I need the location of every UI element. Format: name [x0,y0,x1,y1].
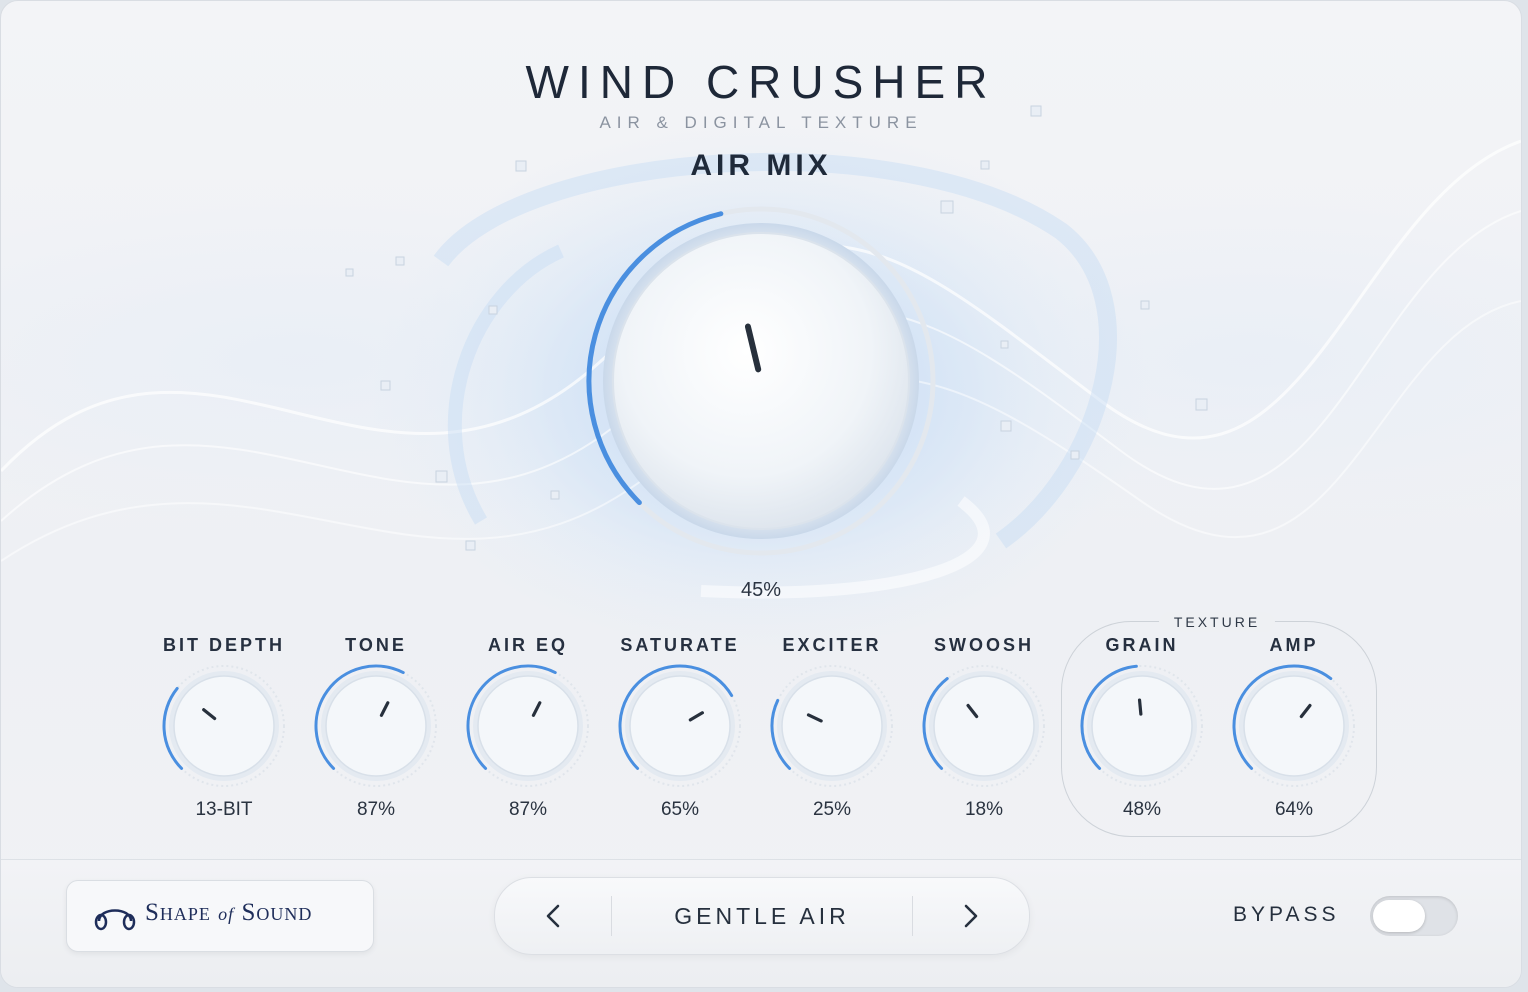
air-mix-value: 45% [740,579,782,601]
knob-face [933,675,1035,777]
brand-logo: Shape of Sound [66,880,374,952]
air-mix-label: AIR MIX [690,149,832,182]
swoosh-knob[interactable] [919,661,1049,791]
plugin-subtitle: AIR & DIGITAL TEXTURE [599,113,923,132]
knob-tone: TONE 87% [311,635,441,821]
knob-value: 87% [356,799,396,820]
preset-prev-button[interactable] [495,896,612,936]
knob-face [1091,675,1193,777]
plugin-window: WIND CRUSHER AIR & DIGITAL TEXTURE AIR M… [0,0,1522,988]
brand-name-shape: Shape [145,899,211,926]
texture-group-label: TEXTURE [1159,612,1275,632]
headphones-icon [94,909,136,931]
knob-value: 65% [660,799,700,820]
brand-name-of: of [218,904,235,924]
knob-bit-depth: BIT DEPTH 13-BIT [159,635,289,821]
knob-pointer [1137,698,1143,716]
knob-value: 64% [1274,799,1314,820]
knob-saturate: SATURATE 65% [615,635,745,821]
knob-face [173,675,275,777]
brand-name-sound: Sound [241,899,313,926]
preset-selector: GENTLE AIR [494,877,1030,955]
air-mix-face [612,232,910,530]
knob-air-eq: AIR EQ 87% [463,635,593,821]
knob-label: SATURATE [620,635,740,655]
knob-label: GRAIN [1105,635,1179,655]
preset-next-button[interactable] [912,896,1029,936]
bypass-toggle-thumb[interactable] [1373,900,1425,932]
knob-value: 87% [508,799,548,820]
air-eq-knob[interactable] [463,661,593,791]
brand-name: Shape of Sound [145,899,312,927]
grain-knob[interactable] [1077,661,1207,791]
plugin-title: WIND CRUSHER [525,56,997,108]
air-mix-knob[interactable] [571,191,951,571]
bypass-label: BYPASS [1233,903,1340,926]
knob-label: BIT DEPTH [162,635,285,655]
knob-face [629,675,731,777]
knob-value: 13-BIT [195,799,253,820]
bypass-toggle[interactable] [1370,896,1458,936]
preset-name[interactable]: GENTLE AIR [611,878,913,954]
chevron-right-icon [964,904,978,928]
knob-value: 18% [964,799,1004,820]
knob-label: SWOOSH [933,635,1034,655]
chevron-left-icon [546,904,560,928]
knob-face [1243,675,1345,777]
knob-value: 25% [812,799,852,820]
knob-value: 48% [1122,799,1162,820]
bit-depth-knob[interactable] [159,661,289,791]
exciter-knob[interactable] [767,661,897,791]
saturate-knob[interactable] [615,661,745,791]
knob-amp: AMP 64% [1229,635,1359,821]
knob-label: TONE [345,635,407,655]
knob-face [781,675,883,777]
knob-face [325,675,427,777]
knob-label: AMP [1269,635,1319,655]
knob-grain: GRAIN 48% [1077,635,1207,821]
tone-knob[interactable] [311,661,441,791]
knob-swoosh: SWOOSH 18% [919,635,1049,821]
knob-label: EXCITER [782,635,882,655]
amp-knob[interactable] [1229,661,1359,791]
knob-exciter: EXCITER 25% [767,635,897,821]
knob-face [477,675,579,777]
knob-label: AIR EQ [487,635,568,655]
